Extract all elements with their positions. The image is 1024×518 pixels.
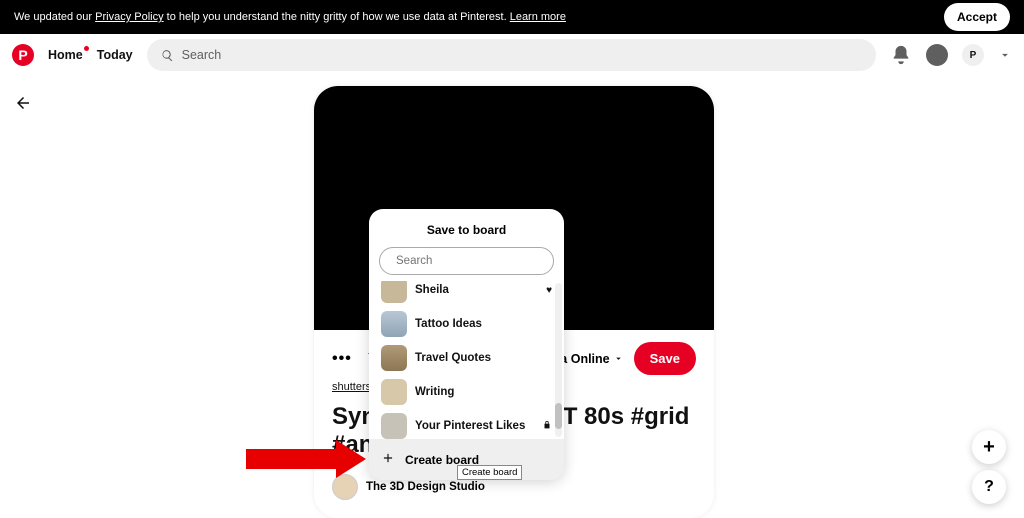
board-thumb-icon — [381, 379, 407, 405]
scrollbar-thumb[interactable] — [555, 403, 562, 429]
board-item-travel-quotes[interactable]: Travel Quotes — [369, 341, 564, 375]
save-button[interactable]: Save — [634, 342, 696, 375]
back-button[interactable] — [14, 94, 32, 117]
board-item-writing[interactable]: Writing — [369, 375, 564, 409]
more-options-button[interactable]: ••• — [332, 350, 352, 368]
heart-icon: ♥ — [546, 285, 552, 296]
board-thumb-icon — [381, 413, 407, 439]
annotation-arrow — [246, 440, 376, 476]
help-fab[interactable]: ? — [972, 470, 1006, 504]
board-search-input[interactable] — [379, 247, 554, 275]
notification-dot-icon — [84, 46, 89, 51]
accept-button[interactable]: Accept — [944, 3, 1010, 31]
popup-title: Save to board — [369, 209, 564, 247]
top-nav: P Home Today Search P — [0, 34, 1024, 76]
policy-text-1: We updated our — [14, 11, 95, 23]
chevron-down-icon[interactable] — [998, 48, 1012, 62]
board-thumb-icon — [381, 281, 407, 303]
search-icon — [161, 49, 174, 62]
profile-avatar[interactable]: P — [962, 44, 984, 66]
arrow-left-icon — [14, 94, 32, 112]
policy-banner: We updated our Privacy Policy to help yo… — [0, 0, 1024, 34]
board-item-tattoo-ideas[interactable]: Tattoo Ideas — [369, 307, 564, 341]
plus-icon — [381, 451, 395, 468]
add-fab[interactable]: + — [972, 430, 1006, 464]
search-placeholder: Search — [182, 48, 222, 62]
board-thumb-icon — [381, 311, 407, 337]
chevron-down-icon — [613, 353, 624, 364]
create-board-button[interactable]: Create board Create board — [369, 439, 564, 480]
learn-more-link[interactable]: Learn more — [510, 11, 566, 23]
create-board-tooltip: Create board — [457, 465, 522, 480]
policy-text-2: to help you understand the nitty gritty … — [164, 11, 510, 23]
search-input[interactable]: Search — [147, 39, 876, 71]
save-to-board-popup: Save to board Sheila ♥ Tattoo Ideas Trav… — [369, 209, 564, 480]
pinterest-logo[interactable]: P — [12, 44, 34, 66]
messages-icon[interactable] — [926, 44, 948, 66]
lock-icon — [542, 420, 552, 433]
board-item-sheila[interactable]: Sheila ♥ — [369, 281, 564, 307]
bell-icon[interactable] — [890, 44, 912, 66]
nav-today[interactable]: Today — [97, 48, 133, 62]
board-list: Sheila ♥ Tattoo Ideas Travel Quotes Writ… — [369, 281, 564, 439]
nav-home[interactable]: Home — [48, 48, 83, 62]
board-item-your-pinterest-likes[interactable]: Your Pinterest Likes — [369, 409, 564, 439]
board-thumb-icon — [381, 345, 407, 371]
board-search-field[interactable] — [396, 255, 550, 267]
author-name[interactable]: The 3D Design Studio — [366, 481, 485, 493]
privacy-policy-link[interactable]: Privacy Policy — [95, 11, 163, 23]
